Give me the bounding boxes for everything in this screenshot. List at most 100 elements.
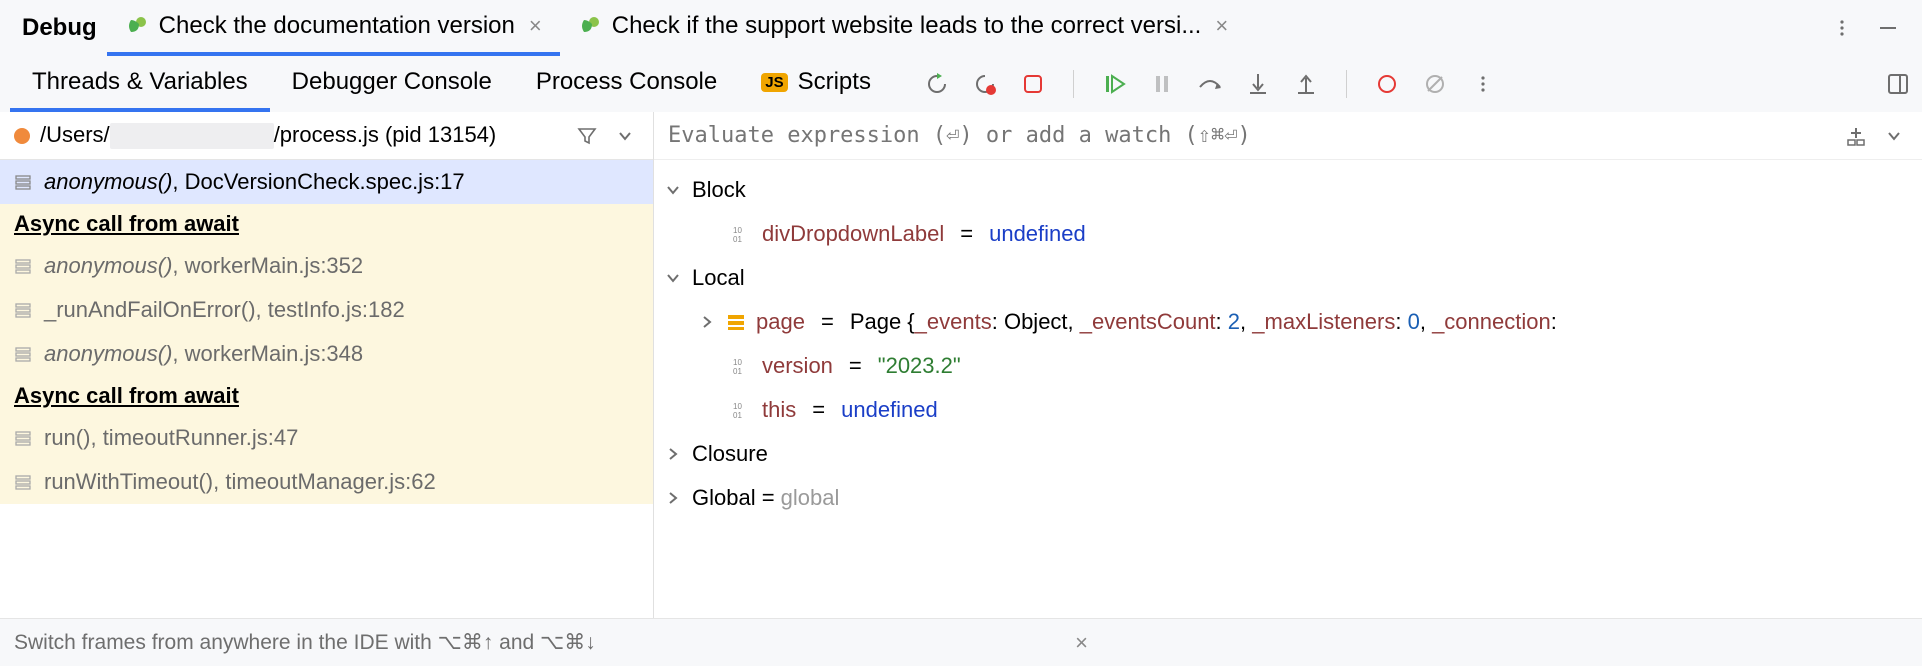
- divider: [1073, 70, 1074, 98]
- tab-label: Process Console: [536, 68, 717, 96]
- variable-row[interactable]: 1001 divDropdownLabel = undefined: [654, 212, 1922, 256]
- svg-text:01: 01: [733, 235, 742, 244]
- resume-icon[interactable]: [1100, 70, 1128, 98]
- variable-row[interactable]: 1001 this = undefined: [654, 388, 1922, 432]
- run-tab-check-support[interactable]: Check if the support website leads to th…: [560, 0, 1246, 56]
- divider: [1346, 70, 1347, 98]
- chevron-down-icon[interactable]: [1880, 122, 1908, 150]
- evaluate-row: [654, 112, 1922, 160]
- variable-value: undefined: [841, 397, 938, 423]
- step-out-icon[interactable]: [1292, 70, 1320, 98]
- frames-pane: /Users/ /process.js (pid 13154) anonymous…: [0, 112, 654, 618]
- chevron-right-icon[interactable]: [664, 489, 682, 507]
- pause-icon[interactable]: [1148, 70, 1176, 98]
- tab-threads-variables[interactable]: Threads & Variables: [10, 56, 270, 112]
- close-icon[interactable]: ×: [1215, 13, 1228, 39]
- stack-frame[interactable]: anonymous(), workerMain.js:352: [0, 244, 653, 288]
- scope-closure[interactable]: Closure: [654, 432, 1922, 476]
- add-watch-icon[interactable]: [1842, 122, 1870, 150]
- debug-tabs: Threads & Variables Debugger Console Pro…: [10, 56, 893, 112]
- scope-label: Global = global: [692, 485, 839, 511]
- tab-label: Scripts: [798, 68, 871, 96]
- rerun-failed-icon[interactable]: [971, 70, 999, 98]
- chevron-down-icon[interactable]: [664, 269, 682, 287]
- tab-scripts[interactable]: JS Scripts: [739, 56, 893, 112]
- redacted-path: [110, 123, 274, 149]
- frame-icon: [14, 173, 32, 191]
- stack-frame[interactable]: runWithTimeout(), timeoutManager.js:62: [0, 460, 653, 504]
- process-row[interactable]: /Users/ /process.js (pid 13154): [0, 112, 653, 160]
- evaluate-input[interactable]: [668, 123, 1832, 148]
- run-tab-check-documentation[interactable]: Check the documentation version ×: [107, 0, 560, 56]
- svg-text:10: 10: [733, 402, 742, 411]
- svg-text:10: 10: [733, 226, 742, 235]
- variable-name: page: [756, 309, 805, 335]
- run-config-tabs: Check the documentation version × Check …: [107, 0, 1828, 56]
- chevron-right-icon[interactable]: [664, 445, 682, 463]
- chevron-down-icon[interactable]: [664, 181, 682, 199]
- run-tab-label: Check the documentation version: [159, 12, 515, 40]
- chevron-down-icon[interactable]: [611, 122, 639, 150]
- debug-toolbar: [893, 70, 1497, 98]
- svg-text:01: 01: [733, 411, 742, 420]
- debug-label: Debug: [10, 14, 107, 42]
- filter-icon[interactable]: [573, 122, 601, 150]
- statusbar: Switch frames from anywhere in the IDE w…: [0, 618, 1922, 666]
- chevron-right-icon[interactable]: [698, 313, 716, 331]
- playwright-icon: [578, 14, 602, 38]
- view-breakpoints-icon[interactable]: [1373, 70, 1401, 98]
- variable-row[interactable]: 1001 version = "2023.2": [654, 344, 1922, 388]
- process-suffix: /process.js (pid 13154): [274, 122, 497, 147]
- frame-text: _runAndFailOnError(), testInfo.js:182: [44, 297, 405, 323]
- variable-name: divDropdownLabel: [762, 221, 944, 247]
- variables-tree: Block 1001 divDropdownLabel = undefined …: [654, 160, 1922, 528]
- rerun-icon[interactable]: [923, 70, 951, 98]
- layout-icon[interactable]: [1884, 70, 1912, 98]
- tab-process-console[interactable]: Process Console: [514, 56, 739, 112]
- stack-frame[interactable]: anonymous(), DocVersionCheck.spec.js:17: [0, 160, 653, 204]
- thread-status-icon: [14, 128, 30, 144]
- variable-name: this: [762, 397, 796, 423]
- frame-icon: [14, 257, 32, 275]
- step-over-icon[interactable]: [1196, 70, 1224, 98]
- stack-frame[interactable]: run(), timeoutRunner.js:47: [0, 416, 653, 460]
- svg-text:10: 10: [733, 358, 742, 367]
- tab-label: Debugger Console: [292, 68, 492, 96]
- process-prefix: /Users/: [40, 122, 110, 147]
- scope-label: Local: [692, 265, 745, 291]
- debug-tabs-bar: Threads & Variables Debugger Console Pro…: [0, 56, 1922, 112]
- close-icon[interactable]: ×: [1075, 630, 1908, 656]
- primitive-icon: 1001: [732, 224, 752, 244]
- frame-text: runWithTimeout(), timeoutManager.js:62: [44, 469, 436, 495]
- frame-icon: [14, 345, 32, 363]
- scope-block[interactable]: Block: [654, 168, 1922, 212]
- scope-label: Block: [692, 177, 746, 203]
- minimize-icon[interactable]: [1874, 14, 1902, 42]
- object-icon: [726, 312, 746, 332]
- variable-value: undefined: [989, 221, 1086, 247]
- more-icon[interactable]: [1828, 14, 1856, 42]
- stop-icon[interactable]: [1019, 70, 1047, 98]
- frame-icon: [14, 473, 32, 491]
- process-label: /Users/ /process.js (pid 13154): [40, 122, 563, 149]
- frames-list: anonymous(), DocVersionCheck.spec.js:17 …: [0, 160, 653, 618]
- close-icon[interactable]: ×: [529, 13, 542, 39]
- scope-local[interactable]: Local: [654, 256, 1922, 300]
- scope-label: Closure: [692, 441, 768, 467]
- statusbar-hint: Switch frames from anywhere in the IDE w…: [14, 630, 596, 655]
- equals: =: [815, 309, 840, 335]
- variable-row[interactable]: page = Page {_events: Object, _eventsCou…: [654, 300, 1922, 344]
- stack-frame[interactable]: anonymous(), workerMain.js:348: [0, 332, 653, 376]
- async-header: Async call from await: [0, 376, 653, 416]
- equals: =: [843, 353, 868, 379]
- frame-icon: [14, 429, 32, 447]
- mute-breakpoints-icon[interactable]: [1421, 70, 1449, 98]
- tab-debugger-console[interactable]: Debugger Console: [270, 56, 514, 112]
- tab-label: Threads & Variables: [32, 68, 248, 96]
- stack-frame[interactable]: _runAndFailOnError(), testInfo.js:182: [0, 288, 653, 332]
- scope-global[interactable]: Global = global: [654, 476, 1922, 520]
- primitive-icon: 1001: [732, 356, 752, 376]
- more-options-icon[interactable]: [1469, 70, 1497, 98]
- step-into-icon[interactable]: [1244, 70, 1272, 98]
- primitive-icon: 1001: [732, 400, 752, 420]
